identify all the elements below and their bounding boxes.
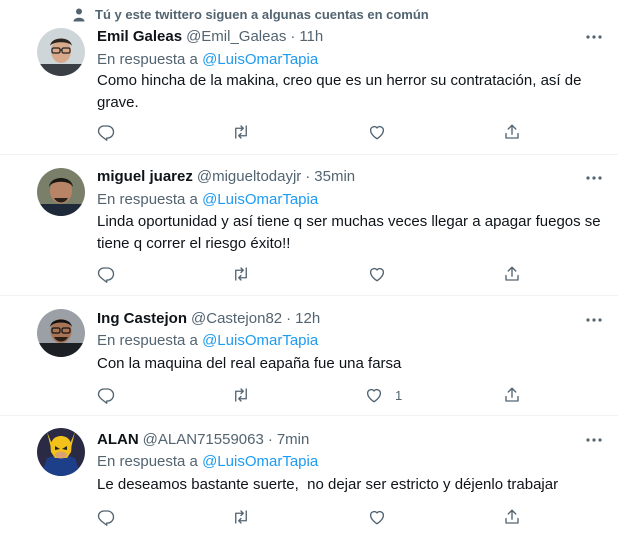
avatar[interactable]	[37, 428, 85, 476]
like-icon	[369, 267, 385, 282]
tweet-text: Linda oportunidad y así tiene q ser much…	[97, 213, 601, 252]
avatar[interactable]	[37, 168, 85, 216]
reply-button[interactable]	[97, 123, 115, 141]
reply-button[interactable]	[97, 265, 115, 283]
mention-link[interactable]: @LuisOmarTapia	[202, 332, 318, 349]
more-icon[interactable]	[585, 431, 603, 449]
retweet-icon	[235, 510, 247, 524]
display-name[interactable]: ALAN	[97, 431, 139, 448]
reply-icon	[97, 388, 115, 404]
retweet-icon	[235, 125, 247, 139]
separator-dot: ·	[305, 168, 311, 185]
reply-icon	[97, 510, 115, 526]
tweet-actions: 1	[97, 386, 527, 406]
like-button[interactable]	[368, 508, 398, 526]
timestamp[interactable]: 35min	[314, 168, 355, 185]
mention-link[interactable]: @LuisOmarTapia	[202, 191, 318, 208]
like-button[interactable]	[368, 123, 398, 141]
reply-icon	[97, 125, 115, 141]
tweet-text: Le deseamos bastante suerte, no dejar se…	[97, 476, 559, 493]
retweet-icon	[235, 388, 247, 402]
mention-link[interactable]: @LuisOmarTapia	[202, 453, 318, 470]
retweet-button[interactable]	[232, 123, 250, 141]
tweet-actions	[97, 508, 527, 528]
tweet-header: Ing Castejon @Castejon82 · 12h	[97, 310, 320, 327]
like-button[interactable]: 1	[365, 386, 402, 404]
reply-prefix: En respuesta a	[97, 332, 198, 349]
tweet-text: Con la maquina del real eapaña fue una f…	[97, 355, 402, 372]
user-handle[interactable]: @migueltodayjr	[197, 168, 301, 185]
person-icon	[73, 8, 85, 21]
reply-prefix: En respuesta a	[97, 191, 198, 208]
retweet-button[interactable]	[232, 386, 250, 404]
reply-context: En respuesta a @LuisOmarTapia	[97, 332, 318, 349]
share-button[interactable]	[503, 265, 521, 283]
reply-context: En respuesta a @LuisOmarTapia	[97, 453, 318, 470]
like-icon	[369, 125, 385, 140]
tweet-header: Emil Galeas @Emil_Galeas · 11h	[97, 28, 323, 45]
retweet-icon	[235, 267, 247, 281]
separator-dot: ·	[290, 28, 296, 45]
separator-dot: ·	[286, 310, 292, 327]
avatar-image	[37, 28, 85, 76]
tweet-actions	[97, 123, 527, 143]
display-name[interactable]: Ing Castejon	[97, 310, 187, 327]
social-context-text: Tú y este twittero siguen a algunas cuen…	[95, 7, 429, 22]
tweet[interactable]: ALAN @ALAN71559063 · 7min En respuesta a…	[0, 416, 618, 541]
more-icon[interactable]	[585, 169, 603, 187]
mention-link[interactable]: @LuisOmarTapia	[202, 51, 318, 68]
share-icon	[505, 266, 519, 281]
more-icon[interactable]	[585, 28, 603, 46]
tweet-actions	[97, 265, 527, 285]
share-button[interactable]	[503, 123, 521, 141]
share-icon	[505, 509, 519, 524]
like-icon	[369, 510, 385, 525]
more-icon[interactable]	[585, 311, 603, 329]
tweet[interactable]: Tú y este twittero siguen a algunas cuen…	[0, 0, 618, 155]
tweet[interactable]: Ing Castejon @Castejon82 · 12h En respue…	[0, 296, 618, 416]
user-handle[interactable]: @Emil_Galeas	[186, 28, 286, 45]
share-button[interactable]	[503, 386, 521, 404]
tweet-header: ALAN @ALAN71559063 · 7min	[97, 431, 309, 448]
tweet[interactable]: miguel juarez @migueltodayjr · 35min En …	[0, 155, 618, 296]
share-icon	[505, 124, 519, 139]
avatar[interactable]	[37, 309, 85, 357]
avatar[interactable]	[37, 28, 85, 76]
tweet-text: Como hincha de la makina, creo que es un…	[97, 72, 582, 111]
reply-prefix: En respuesta a	[97, 51, 198, 68]
reply-button[interactable]	[97, 508, 115, 526]
timestamp[interactable]: 7min	[277, 431, 310, 448]
retweet-button[interactable]	[232, 508, 250, 526]
reply-context: En respuesta a @LuisOmarTapia	[97, 191, 318, 208]
like-button[interactable]	[368, 265, 398, 283]
display-name[interactable]: miguel juarez	[97, 168, 193, 185]
avatar-image	[37, 428, 85, 476]
tweet-header: miguel juarez @migueltodayjr · 35min	[97, 168, 355, 185]
user-handle[interactable]: @Castejon82	[191, 310, 282, 327]
separator-dot: ·	[267, 431, 273, 448]
share-button[interactable]	[503, 508, 521, 526]
avatar-image	[37, 168, 85, 216]
social-context: Tú y este twittero siguen a algunas cuen…	[73, 7, 429, 22]
user-handle[interactable]: @ALAN71559063	[143, 431, 264, 448]
timestamp[interactable]: 12h	[295, 310, 320, 327]
replies-feed: Tú y este twittero siguen a algunas cuen…	[0, 0, 629, 541]
share-icon	[505, 387, 519, 402]
avatar-image	[37, 309, 85, 357]
reply-icon	[97, 267, 115, 283]
display-name[interactable]: Emil Galeas	[97, 28, 182, 45]
like-icon	[366, 388, 382, 403]
reply-button[interactable]	[97, 386, 115, 404]
like-count: 1	[395, 387, 403, 403]
retweet-button[interactable]	[232, 265, 250, 283]
reply-prefix: En respuesta a	[97, 453, 198, 470]
timestamp[interactable]: 11h	[299, 28, 323, 45]
reply-context: En respuesta a @LuisOmarTapia	[97, 51, 318, 68]
